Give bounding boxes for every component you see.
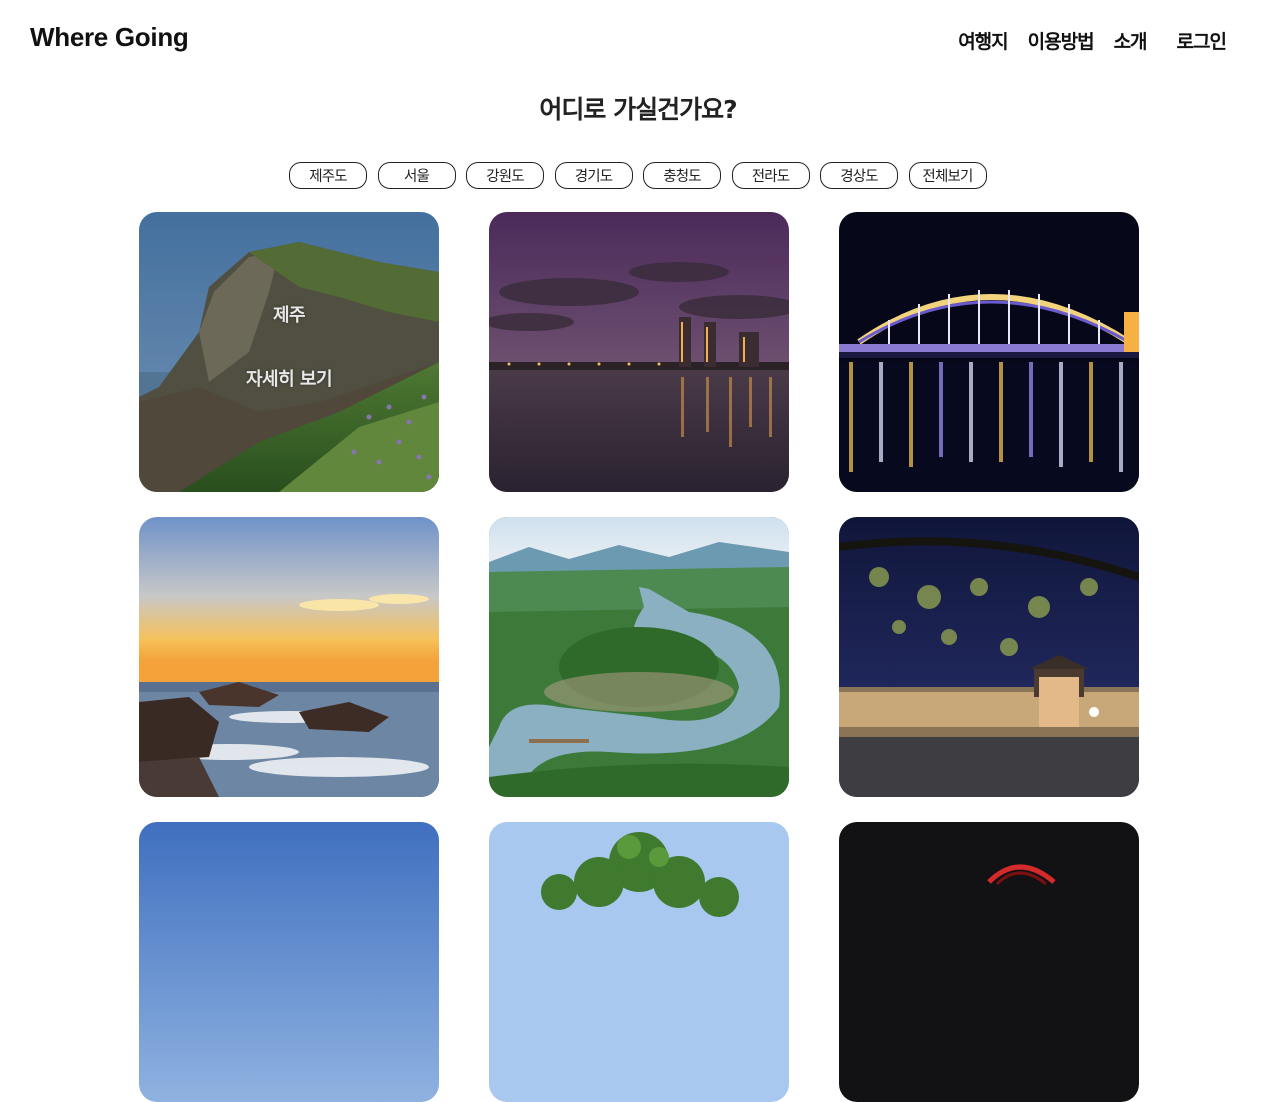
main-nav: 여행지 이용방법 소개 로그인: [938, 27, 1227, 54]
seoul-river-image: [489, 212, 789, 492]
filter-jeju[interactable]: 제주도: [289, 162, 367, 189]
header: Where Going 여행지 이용방법 소개 로그인: [0, 0, 1266, 80]
sunset-coast-image: [139, 517, 439, 797]
destination-card-jeju[interactable]: 제주 자세히 보기: [139, 212, 439, 492]
filter-gyeongsang[interactable]: 경상도: [820, 162, 898, 189]
fortress-night-image: [839, 517, 1139, 797]
lit-bridge-image: [839, 212, 1139, 492]
nav-how-to-use[interactable]: 이용방법: [1028, 27, 1095, 54]
filter-gangwon[interactable]: 강원도: [466, 162, 544, 189]
green-tree-image: [489, 822, 789, 1102]
filter-jeolla[interactable]: 전라도: [731, 162, 810, 189]
destination-card-seoul[interactable]: [489, 212, 789, 492]
filter-seoul[interactable]: 서울: [377, 162, 456, 189]
page-headline: 어디로 가실건가요?: [539, 95, 737, 124]
destination-card-bridge[interactable]: [839, 212, 1139, 492]
blue-sky-image: [139, 822, 439, 1102]
filter-gyeonggi[interactable]: 경기도: [554, 162, 633, 189]
filter-all[interactable]: 전체보기: [908, 162, 987, 189]
card-overlay-title: 제주: [272, 305, 306, 326]
destination-card-coast[interactable]: [139, 517, 439, 797]
destination-card-sky[interactable]: [139, 822, 439, 1102]
river-bend-image: [489, 517, 789, 797]
dark-night-image: [839, 822, 1139, 1102]
region-filters: 제주도 서울 강원도 경기도 충청도 전라도 경상도 전체보기: [289, 162, 997, 189]
nav-login[interactable]: 로그인: [1177, 27, 1227, 54]
destination-card-tree[interactable]: [489, 822, 789, 1102]
filter-chungcheong[interactable]: 충청도: [643, 162, 721, 189]
nav-destinations[interactable]: 여행지: [958, 27, 1008, 54]
nav-about[interactable]: 소개: [1114, 27, 1148, 54]
destination-card-river-bend[interactable]: [489, 517, 789, 797]
destination-card-fortress[interactable]: [839, 517, 1139, 797]
site-logo[interactable]: Where Going: [30, 22, 189, 53]
card-overlay-more-link[interactable]: 자세히 보기: [246, 365, 333, 391]
card-hover-overlay: 제주 자세히 보기: [139, 212, 439, 492]
destination-card-night[interactable]: [839, 822, 1139, 1102]
